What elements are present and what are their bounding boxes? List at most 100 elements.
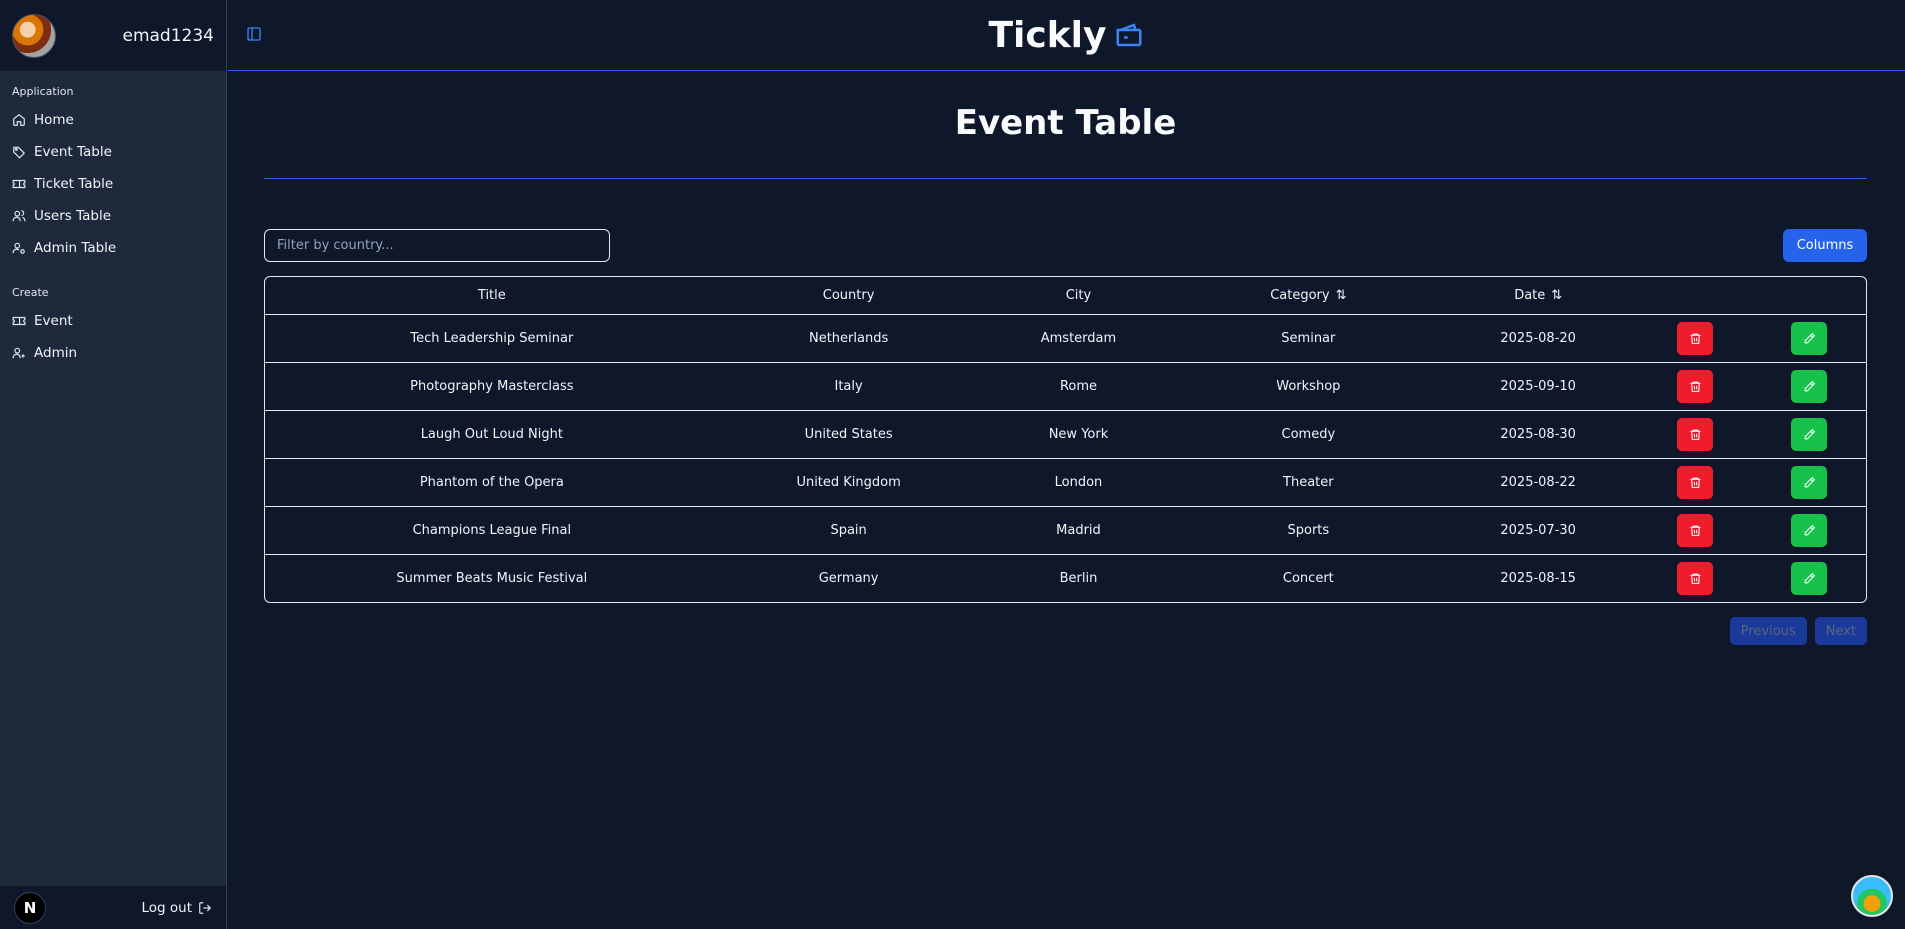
cell-country: Netherlands	[718, 313, 979, 362]
cell-title: Tech Leadership Seminar	[265, 313, 719, 362]
cell-date: 2025-09-10	[1438, 361, 1639, 410]
cell-date: 2025-08-15	[1438, 553, 1639, 602]
columns-button[interactable]: Columns	[1783, 229, 1867, 262]
delete-button[interactable]	[1677, 321, 1714, 355]
pencil-icon	[1804, 476, 1815, 487]
header-edit	[1752, 277, 1866, 314]
header-country: Country	[719, 277, 979, 314]
delete-button[interactable]	[1677, 417, 1714, 451]
header-delete	[1638, 277, 1752, 314]
trash-icon	[1690, 381, 1700, 392]
delete-button[interactable]	[1677, 513, 1714, 547]
table-row: Tech Leadership Seminar Netherlands Amster…	[265, 313, 1866, 362]
cell-date: 2025-07-30	[1438, 505, 1639, 554]
sidebar-footer: N Log out	[0, 886, 226, 929]
cell-date: 2025-08-20	[1438, 313, 1639, 362]
sidebar-item-admin-table[interactable]: Admin Table	[0, 232, 226, 264]
sidebar-item-event-table[interactable]: Event Table	[0, 136, 226, 168]
cell-country: United States	[718, 409, 979, 458]
pencil-icon	[1804, 524, 1815, 535]
cell-edit	[1752, 409, 1866, 458]
section-label-application: Application	[12, 85, 74, 98]
trash-icon	[1690, 333, 1700, 344]
sort-icon[interactable]: ⇅	[1336, 288, 1347, 303]
floating-avatar-button[interactable]	[1851, 875, 1893, 917]
cell-category: Concert	[1178, 553, 1439, 602]
next-button[interactable]: Next	[1814, 617, 1867, 645]
logout-button[interactable]: Log out	[141, 900, 212, 916]
cell-city: Amsterdam	[978, 313, 1179, 362]
ticket-icon	[12, 179, 26, 189]
cell-country: Spain	[718, 505, 979, 554]
cell-category: Seminar	[1178, 313, 1439, 362]
cell-country: Germany	[718, 553, 979, 602]
sidebar-item-create-event[interactable]: Event	[0, 305, 226, 337]
trash-icon	[1690, 429, 1700, 440]
sidebar-item-label: Event	[34, 313, 73, 329]
sidebar-item-ticket-table[interactable]: Ticket Table	[0, 168, 226, 200]
topbar: Tickly	[228, 0, 1905, 71]
cell-edit	[1752, 505, 1866, 554]
sidebar-item-label: Users Table	[34, 208, 112, 224]
pencil-icon	[1804, 332, 1815, 343]
section-label-create: Create	[12, 286, 49, 299]
page-title: Event Table	[954, 103, 1177, 143]
delete-button[interactable]	[1677, 561, 1714, 595]
sidebar: emad1234 Application Home Event Table Ti…	[0, 0, 227, 929]
cell-country: United Kingdom	[718, 457, 979, 506]
delete-button[interactable]	[1677, 465, 1714, 499]
sidebar-toggle-button[interactable]	[246, 26, 262, 42]
table-row: Laugh Out Loud Night United States New Yor…	[265, 409, 1866, 458]
edit-button[interactable]	[1791, 465, 1828, 499]
delete-button[interactable]	[1677, 369, 1714, 403]
cell-delete	[1638, 361, 1753, 410]
sidebar-item-home[interactable]: Home	[0, 104, 226, 136]
cell-category: Workshop	[1178, 361, 1439, 410]
filter-country-input[interactable]	[264, 229, 610, 262]
nextjs-badge[interactable]: N	[14, 891, 46, 924]
cell-date: 2025-08-30	[1438, 409, 1639, 458]
cell-title: Laugh Out Loud Night	[265, 409, 719, 458]
pagination: Previous Next	[264, 617, 1867, 645]
header-category[interactable]: Category ⇅	[1178, 277, 1438, 314]
pencil-icon	[1804, 428, 1815, 439]
edit-button[interactable]	[1791, 417, 1828, 451]
pencil-icon	[1804, 572, 1815, 584]
sidebar-item-label: Home	[34, 112, 74, 128]
sidebar-item-create-admin[interactable]: Admin	[0, 337, 226, 369]
cell-title: Champions League Final	[265, 505, 719, 554]
edit-button[interactable]	[1791, 321, 1828, 355]
header-date-label: Date	[1514, 287, 1546, 303]
edit-button[interactable]	[1791, 369, 1828, 403]
cell-category: Theater	[1178, 457, 1439, 506]
header-city: City	[979, 277, 1179, 314]
header-title: Title	[265, 277, 719, 314]
username: emad1234	[122, 25, 215, 46]
cell-date: 2025-08-22	[1438, 457, 1639, 506]
avatar[interactable]	[12, 13, 56, 58]
edit-button[interactable]	[1791, 513, 1828, 547]
sidebar-item-label: Admin	[34, 345, 78, 361]
table-header-row: Title Country City Category ⇅ Date ⇅	[265, 277, 1866, 314]
cell-country: Italy	[718, 361, 979, 410]
header-title-label: Title	[477, 287, 506, 303]
brand: Tickly	[989, 15, 1145, 56]
trash-icon	[1690, 573, 1700, 584]
brand-name: Tickly	[988, 14, 1107, 56]
panel-left-icon	[247, 27, 261, 41]
cell-city: Berlin	[978, 553, 1179, 602]
cell-delete	[1638, 409, 1753, 458]
logout-icon	[199, 901, 212, 914]
previous-button[interactable]: Previous	[1729, 617, 1807, 645]
edit-button[interactable]	[1791, 561, 1828, 595]
header-date[interactable]: Date ⇅	[1438, 277, 1638, 314]
sidebar-item-users-table[interactable]: Users Table	[0, 200, 226, 232]
cell-edit	[1752, 457, 1866, 506]
cell-city: Madrid	[978, 505, 1179, 554]
sort-icon[interactable]: ⇅	[1551, 288, 1562, 303]
cell-city: Rome	[978, 361, 1179, 410]
sidebar-item-label: Event Table	[34, 144, 112, 160]
logout-label: Log out	[141, 899, 192, 916]
nav-group-application: Application Home Event Table Ticket Tabl…	[0, 71, 226, 272]
